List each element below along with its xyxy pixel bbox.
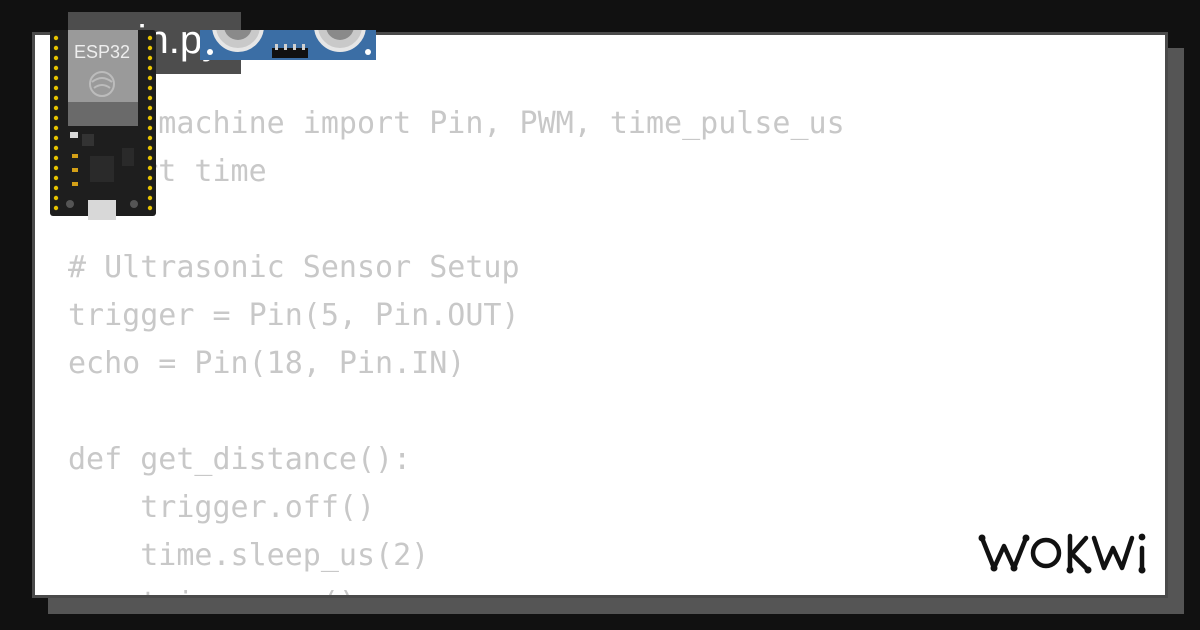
wokwi-logo xyxy=(978,533,1146,574)
code-line-2: import time xyxy=(68,154,267,189)
code-line-8: def get_distance(): xyxy=(68,442,412,477)
code-line-9: trigger.off() xyxy=(68,490,376,525)
code-line-10: time.sleep_us(2) xyxy=(68,538,430,573)
code-line-11: trigger.on() xyxy=(68,580,845,595)
code-card: from machine import Pin, PWM, time_pulse… xyxy=(32,32,1168,598)
code-line-6: echo = Pin(18, Pin.IN) xyxy=(68,346,466,381)
code-line-1: from machine import Pin, PWM, time_pulse… xyxy=(68,106,845,141)
code-line-5: trigger = Pin(5, Pin.OUT) xyxy=(68,298,520,333)
esp32-label: ESP32 xyxy=(73,42,131,62)
code-line-4: # Ultrasonic Sensor Setup xyxy=(68,250,520,285)
code-block: from machine import Pin, PWM, time_pulse… xyxy=(68,100,845,595)
ultrasonic-sensor-icon xyxy=(200,30,376,60)
